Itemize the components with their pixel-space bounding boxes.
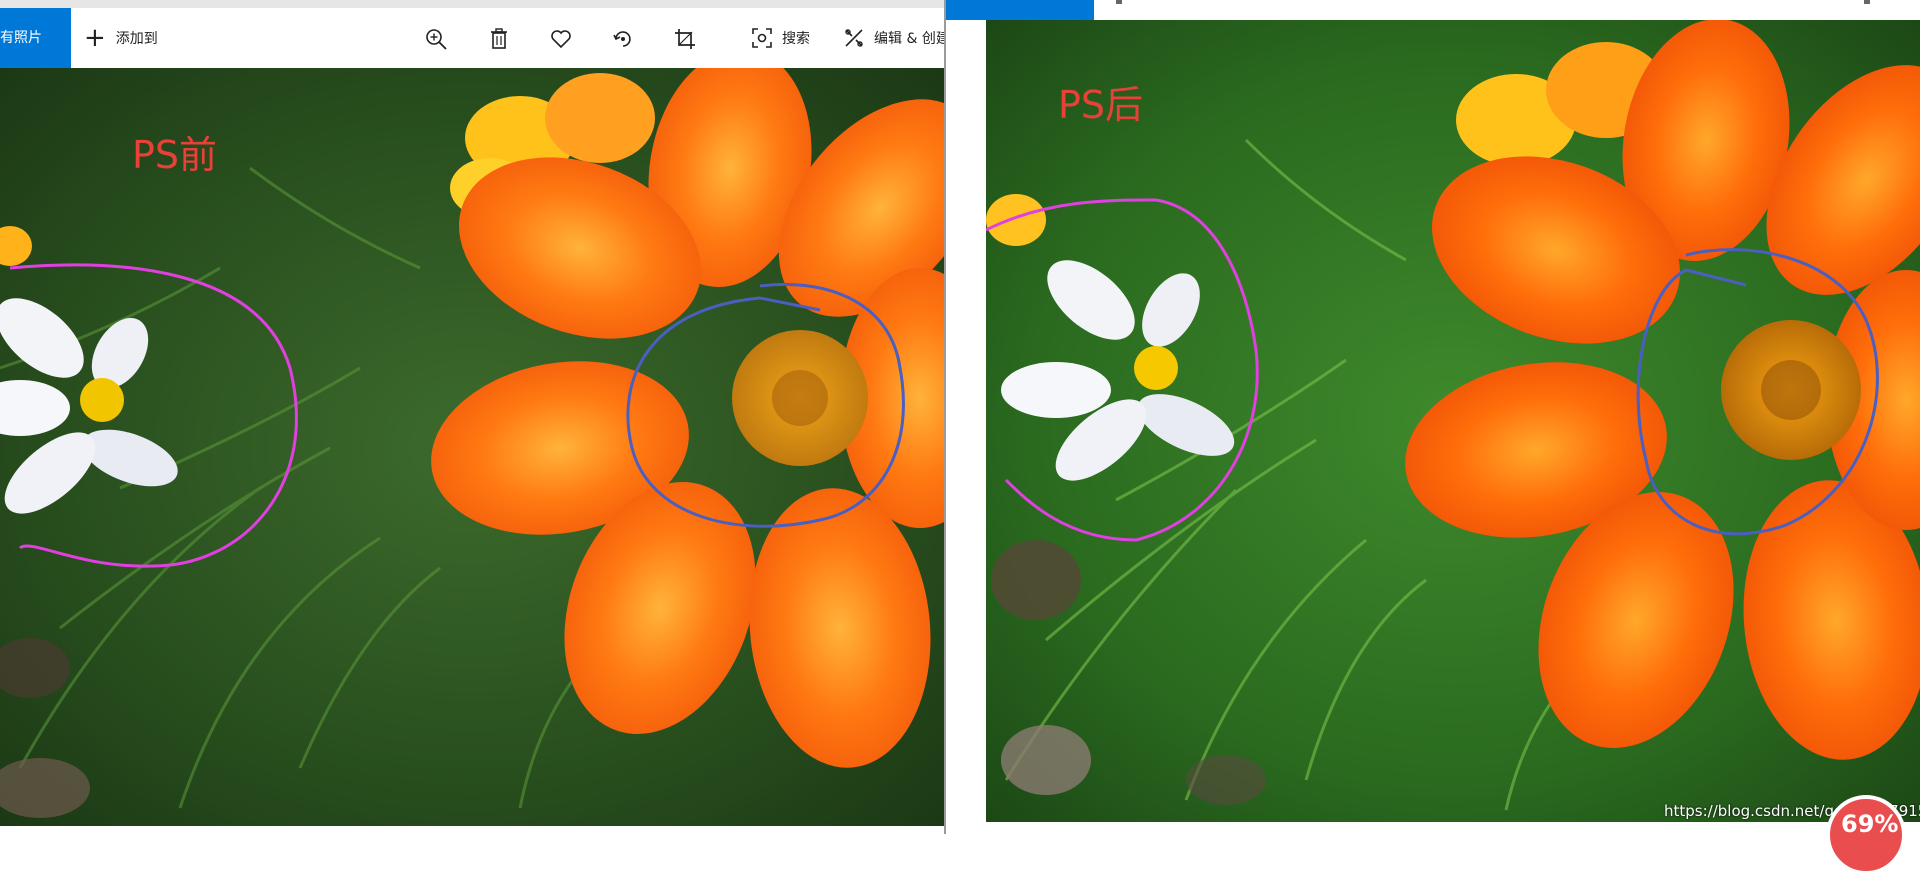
all-photos-button[interactable]: 所有照片 xyxy=(0,8,71,68)
add-to-button[interactable]: + 添加到 xyxy=(84,8,158,68)
search-button[interactable]: 搜索 xyxy=(750,8,810,68)
photo-after: PS后 xyxy=(986,20,1920,822)
zoom-in-icon[interactable] xyxy=(423,26,449,52)
all-photos-label: 所有照片 xyxy=(0,30,42,46)
tab-indicator xyxy=(1116,0,1122,4)
add-to-label: 添加到 xyxy=(115,31,158,47)
photos-toolbar: 所有照片 + 添加到 搜索 编辑 & 创建 xyxy=(0,8,944,68)
flower-photo-after xyxy=(986,20,1920,822)
tab-strip xyxy=(946,0,1920,20)
photos-window-before: 所有照片 + 添加到 搜索 编辑 & 创建 xyxy=(0,0,944,834)
search-label: 搜索 xyxy=(782,31,810,47)
tab-active[interactable] xyxy=(946,0,1094,20)
annotation-after-label: PS后 xyxy=(1058,83,1144,127)
edit-create-button[interactable]: 编辑 & 创建 xyxy=(842,8,944,68)
delete-icon[interactable] xyxy=(486,26,512,52)
photo-before: PS前 xyxy=(0,68,944,826)
plus-icon: + xyxy=(84,23,106,53)
flower-photo-before xyxy=(0,68,944,826)
tab-indicator-right xyxy=(1864,0,1870,4)
title-strip xyxy=(0,0,944,8)
edit-create-label: 编辑 & 创建 xyxy=(874,31,944,47)
rotate-icon[interactable] xyxy=(610,26,636,52)
bottom-edge xyxy=(0,826,944,834)
annotation-before-label: PS前 xyxy=(132,133,218,177)
edit-create-icon xyxy=(845,29,863,47)
crop-icon[interactable] xyxy=(672,26,698,52)
photos-window-after: PS后 xyxy=(946,0,1920,834)
visual-search-icon xyxy=(752,28,772,48)
favorite-heart-icon[interactable] xyxy=(548,26,574,52)
